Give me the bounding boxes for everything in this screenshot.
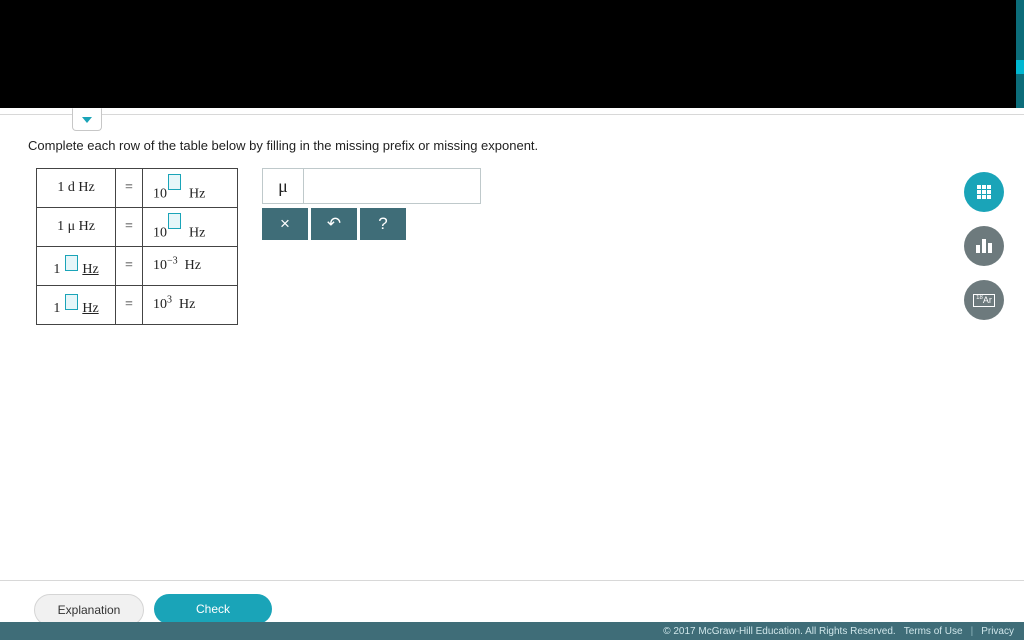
footer-bar: © 2017 McGraw-Hill Education. All Rights… [0,622,1024,640]
header-black-bar [0,0,1016,108]
rhs-cell: 10 Hz [143,169,238,208]
table-row: 1 d Hz=10 Hz [37,169,238,208]
equals-cell: = [116,247,143,286]
header-side-accent [1016,60,1024,74]
undo-button[interactable]: ↶ [311,208,357,240]
exponent-input[interactable] [168,174,181,190]
chevron-down-icon [82,117,92,123]
table-row: 1 Hz=103 Hz [37,286,238,325]
lhs-cell: 1 μ Hz [37,208,116,247]
table-row: 1 Hz=10−3 Hz [37,247,238,286]
lhs-cell: 1 d Hz [37,169,116,208]
clear-button[interactable]: × [262,208,308,240]
check-button[interactable]: Check [154,594,272,624]
calculator-icon [977,185,991,199]
lhs-cell: 1 Hz [37,286,116,325]
header-side-stripe [1016,0,1024,108]
header-divider [0,114,1024,115]
footer-separator: | [971,626,974,637]
equals-cell: = [116,169,143,208]
prefix-input[interactable] [65,294,78,310]
graph-button[interactable] [964,226,1004,266]
footer-terms-link[interactable]: Terms of Use [904,626,963,637]
footer-copyright: © 2017 McGraw-Hill Education. All Rights… [663,626,895,637]
prefix-exponent-table: 1 d Hz=10 Hz1 μ Hz=10 Hz1 Hz=10−3 Hz1 Hz… [36,168,238,325]
table-row: 1 μ Hz=10 Hz [37,208,238,247]
footer-privacy-link[interactable]: Privacy [981,626,1014,637]
rhs-cell: 10 Hz [143,208,238,247]
instruction-text: Complete each row of the table below by … [28,138,538,153]
prefix-input[interactable] [65,255,78,271]
exponent-input[interactable] [168,213,181,229]
rhs-cell: 103 Hz [143,286,238,325]
tool-column: 18Ar [964,172,1004,320]
rhs-cell: 10−3 Hz [143,247,238,286]
symbol-palette-spacer [304,169,480,203]
bottom-divider [0,580,1024,581]
equals-cell: = [116,286,143,325]
periodic-table-button[interactable]: 18Ar [964,280,1004,320]
calculator-button[interactable] [964,172,1004,212]
help-button[interactable]: ? [360,208,406,240]
equals-cell: = [116,208,143,247]
symbol-palette: μ × ↶ ? [262,168,481,240]
navigator-dropdown[interactable] [72,108,102,131]
symbol-mu-button[interactable]: μ [263,169,304,203]
lhs-cell: 1 Hz [37,247,116,286]
bar-chart-icon [976,239,992,253]
periodic-table-icon: 18Ar [973,294,995,307]
